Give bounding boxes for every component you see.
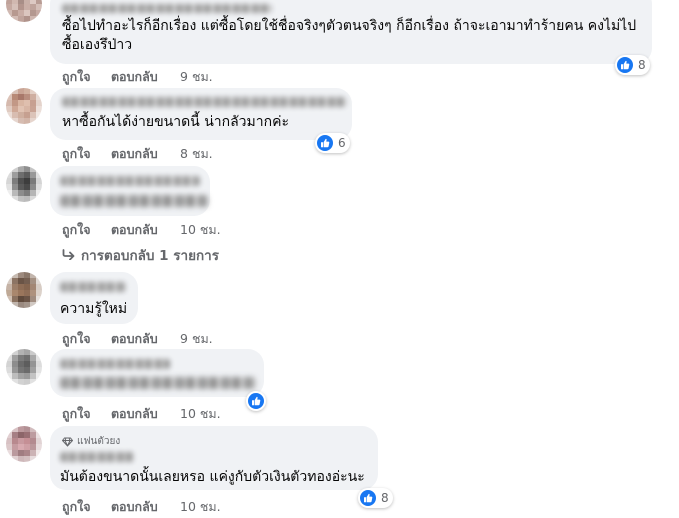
blurred-comment-text	[60, 195, 208, 207]
reaction-badge[interactable]: 6	[315, 133, 350, 153]
reaction-badge[interactable]: 8	[615, 55, 650, 75]
timestamp[interactable]: 8 ชม.	[180, 144, 213, 164]
comment-bubble	[50, 349, 266, 411]
reply-button[interactable]: ตอบกลับ	[111, 67, 158, 87]
comment-actions: ถูกใจ ตอบกลับ 10 ชม.	[62, 497, 221, 517]
like-button[interactable]: ถูกใจ	[62, 220, 91, 240]
comment-text: ความรู้ใหม่	[60, 301, 128, 317]
blurred-author-name	[60, 452, 134, 462]
avatar[interactable]	[6, 426, 42, 462]
comment-bubble: หาซื้อกันได้ง่ายขนาดนี้ น่ากลัวมากค่ะ 6	[50, 88, 352, 153]
diamond-icon	[62, 437, 73, 447]
comment-actions: ถูกใจ ตอบกลับ 10 ชม.	[62, 404, 221, 424]
comment-text: หาซื้อกันได้ง่ายขนาดนี้ น่ากลัวมากค่ะ	[62, 114, 289, 130]
blurred-comment-text	[60, 377, 256, 389]
avatar[interactable]	[6, 166, 42, 202]
avatar[interactable]	[6, 349, 42, 385]
reply-button[interactable]: ตอบกลับ	[111, 497, 158, 517]
comment-text: ซื้อไปทำอะไรก็อีกเรื่อง แต่ซื้อโดยใช้ชื่…	[62, 18, 637, 53]
blurred-author-name	[62, 4, 272, 13]
comment-bubble: ซื้อไปทำอะไรก็อีกเรื่อง แต่ซื้อโดยใช้ชื่…	[50, 0, 652, 75]
comment-bubble: แฟนตัวยง มันต้องขนาดนั้นเลยหรอ แค่งูกับต…	[50, 426, 393, 508]
view-replies-label: การตอบกลับ 1 รายการ	[81, 248, 220, 264]
reaction-count: 8	[638, 58, 646, 72]
view-replies-link[interactable]: การตอบกลับ 1 รายการ	[62, 244, 219, 266]
reply-button[interactable]: ตอบกลับ	[111, 329, 158, 349]
reply-button[interactable]: ตอบกลับ	[111, 404, 158, 424]
comment-text: มันต้องขนาดนั้นเลยหรอ แค่งูกับตัวเงินตัว…	[60, 469, 365, 485]
blurred-author-name	[60, 282, 126, 292]
avatar[interactable]	[6, 272, 42, 308]
like-icon	[248, 393, 264, 409]
blurred-author-name	[60, 176, 200, 186]
reply-arrow-icon	[62, 248, 75, 264]
timestamp[interactable]: 10 ชม.	[180, 497, 221, 517]
top-fan-label: แฟนตัวยง	[77, 436, 121, 447]
reaction-badge[interactable]: 8	[358, 488, 393, 508]
reaction-count: 8	[381, 491, 389, 505]
timestamp[interactable]: 10 ชม.	[180, 220, 221, 240]
like-button[interactable]: ถูกใจ	[62, 404, 91, 424]
like-button[interactable]: ถูกใจ	[62, 67, 91, 87]
like-button[interactable]: ถูกใจ	[62, 144, 91, 164]
reply-button[interactable]: ตอบกลับ	[111, 144, 158, 164]
comment-bubble: ความรู้ใหม่	[50, 272, 138, 324]
like-button[interactable]: ถูกใจ	[62, 329, 91, 349]
comment-actions: ถูกใจ ตอบกลับ 8 ชม.	[62, 144, 213, 164]
avatar[interactable]	[6, 88, 42, 124]
blurred-author-name	[62, 97, 347, 107]
blurred-author-name	[60, 359, 170, 369]
timestamp[interactable]: 10 ชม.	[180, 404, 221, 424]
reaction-count: 6	[338, 136, 346, 150]
comment-actions: ถูกใจ ตอบกลับ 9 ชม.	[62, 67, 213, 87]
reaction-badge[interactable]	[246, 391, 266, 411]
timestamp[interactable]: 9 ชม.	[180, 329, 213, 349]
like-icon	[617, 57, 633, 73]
like-button[interactable]: ถูกใจ	[62, 497, 91, 517]
reply-button[interactable]: ตอบกลับ	[111, 220, 158, 240]
avatar[interactable]	[6, 0, 42, 22]
like-icon	[360, 490, 376, 506]
like-icon	[317, 135, 333, 151]
timestamp[interactable]: 9 ชม.	[180, 67, 213, 87]
comment-actions: ถูกใจ ตอบกลับ 9 ชม.	[62, 329, 213, 349]
comment-bubble	[50, 166, 210, 216]
comment-actions: ถูกใจ ตอบกลับ 10 ชม.	[62, 220, 221, 240]
top-fan-badge: แฟนตัวยง	[62, 434, 120, 449]
